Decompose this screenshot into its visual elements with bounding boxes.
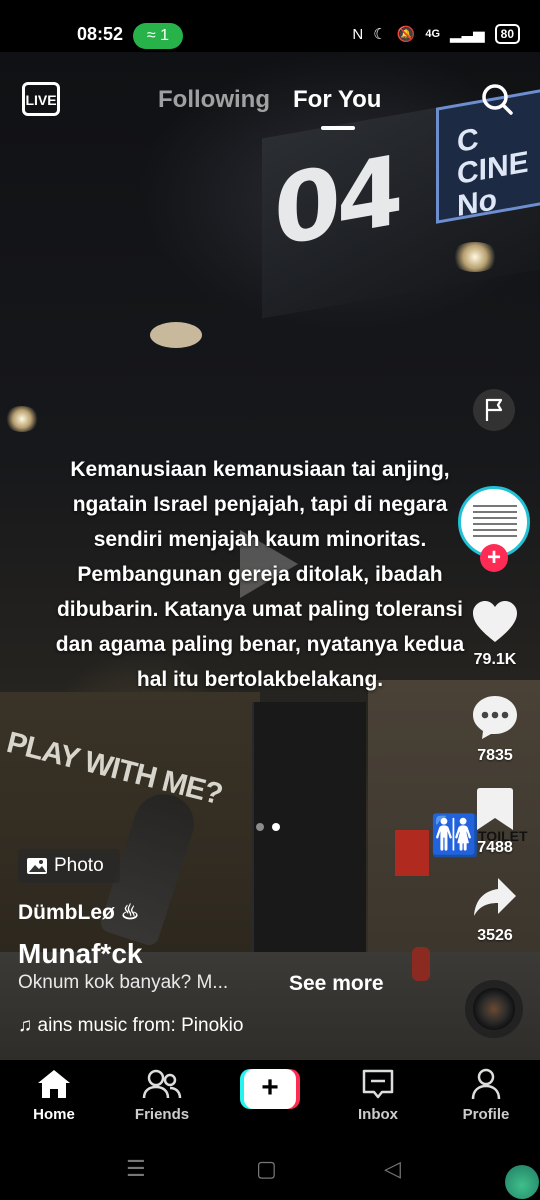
- ceiling-fixture: [150, 322, 202, 348]
- nav-friends[interactable]: Friends: [122, 1068, 202, 1123]
- comment-button[interactable]: 7835: [460, 694, 530, 765]
- share-count: 3526: [477, 927, 513, 944]
- wifi-icon: ≈: [146, 27, 156, 44]
- plus-icon: +: [244, 1069, 296, 1109]
- profile-icon: [471, 1068, 501, 1100]
- creator-username[interactable]: DümbLeø ♨: [18, 900, 140, 925]
- carousel-indicator: [256, 823, 280, 831]
- live-icon-label: LIVE: [25, 92, 57, 108]
- status-icons: N ☾ 🔕 4G ▂▃▅ 80: [352, 24, 520, 44]
- door: [252, 702, 366, 982]
- mute-icon: 🔕: [396, 26, 416, 43]
- follow-button[interactable]: +: [480, 544, 508, 572]
- inbox-icon: [362, 1069, 394, 1099]
- bottom-navigation: Home Friends + Inbox Profile: [0, 1060, 540, 1140]
- save-count: 7488: [477, 839, 513, 856]
- signal-icon: ▂▃▅: [450, 26, 485, 43]
- home-system-icon[interactable]: ▢: [256, 1156, 277, 1182]
- cinema-number: 04: [274, 134, 400, 269]
- back-icon[interactable]: ◁: [384, 1156, 401, 1182]
- post-title: Munaf*ck: [18, 938, 143, 969]
- carousel-dot-active: [272, 823, 280, 831]
- battery-icon: 80: [494, 24, 520, 44]
- cinema-sign: 04 C CINE No: [262, 82, 540, 319]
- live-button[interactable]: LIVE: [22, 82, 60, 116]
- post-caption: Kemanusiaan kemanusiaan tai anjing, ngat…: [55, 458, 465, 691]
- flag-icon: [485, 398, 503, 421]
- emergency-sign: [395, 830, 429, 876]
- status-time: 08:52: [77, 24, 124, 44]
- creator-avatar[interactable]: +: [458, 486, 530, 572]
- photo-badge: Photo: [18, 849, 120, 883]
- like-count: 79.1K: [473, 651, 517, 668]
- search-button[interactable]: [480, 82, 514, 116]
- nfc-icon: N: [352, 25, 364, 43]
- nav-profile-label: Profile: [462, 1106, 510, 1123]
- moon-icon: ☾: [373, 26, 387, 43]
- ceiling-light: [450, 242, 500, 272]
- assistant-bubble-icon[interactable]: [505, 1165, 539, 1199]
- music-disc[interactable]: [465, 980, 523, 1038]
- heart-icon: [473, 601, 517, 642]
- nav-home[interactable]: Home: [14, 1068, 94, 1123]
- friends-icon: [142, 1069, 182, 1099]
- image-icon: [27, 858, 47, 874]
- create-button[interactable]: +: [240, 1069, 300, 1109]
- photo-badge-label: Photo: [54, 855, 104, 876]
- nav-inbox[interactable]: Inbox: [338, 1068, 418, 1123]
- nav-home-label: Home: [33, 1106, 75, 1123]
- tab-for-you[interactable]: For You: [293, 86, 381, 114]
- comment-icon: [473, 696, 517, 739]
- music-info[interactable]: ♫ ains music from: Pinokio: [18, 1015, 288, 1037]
- carousel-dot: [256, 823, 264, 831]
- share-button[interactable]: 3526: [460, 876, 530, 945]
- report-button[interactable]: [473, 389, 515, 431]
- fire-extinguisher: [412, 947, 430, 981]
- avatar-image: [473, 505, 517, 541]
- see-more-link[interactable]: See more: [289, 972, 384, 996]
- home-icon: [38, 1070, 70, 1098]
- hotspot-indicator: ≈ 1: [133, 23, 183, 49]
- save-button[interactable]: 7488: [460, 786, 530, 857]
- hotspot-count: 1: [160, 27, 170, 44]
- nav-friends-label: Friends: [134, 1106, 190, 1123]
- tab-following[interactable]: Following: [158, 86, 270, 114]
- share-icon: [474, 878, 516, 916]
- cinema-label-text: C CINE No: [457, 122, 529, 224]
- post-description[interactable]: Oknum kok banyak? M...: [18, 972, 228, 994]
- search-icon: [482, 84, 513, 115]
- ceiling-light: [4, 406, 40, 432]
- nav-profile[interactable]: Profile: [446, 1068, 526, 1123]
- network-type: 4G: [425, 28, 441, 40]
- comment-count: 7835: [477, 747, 513, 764]
- like-button[interactable]: 79.1K: [460, 600, 530, 669]
- status-bar: 08:52 ≈ 1 N ☾ 🔕 4G ▂▃▅ 80: [0, 0, 540, 52]
- bookmark-icon: [477, 788, 513, 830]
- recents-icon[interactable]: ☰: [126, 1156, 146, 1182]
- nav-inbox-label: Inbox: [358, 1106, 398, 1123]
- active-tab-indicator: [321, 126, 355, 130]
- system-navigation: ☰ ▢ ◁: [0, 1140, 540, 1200]
